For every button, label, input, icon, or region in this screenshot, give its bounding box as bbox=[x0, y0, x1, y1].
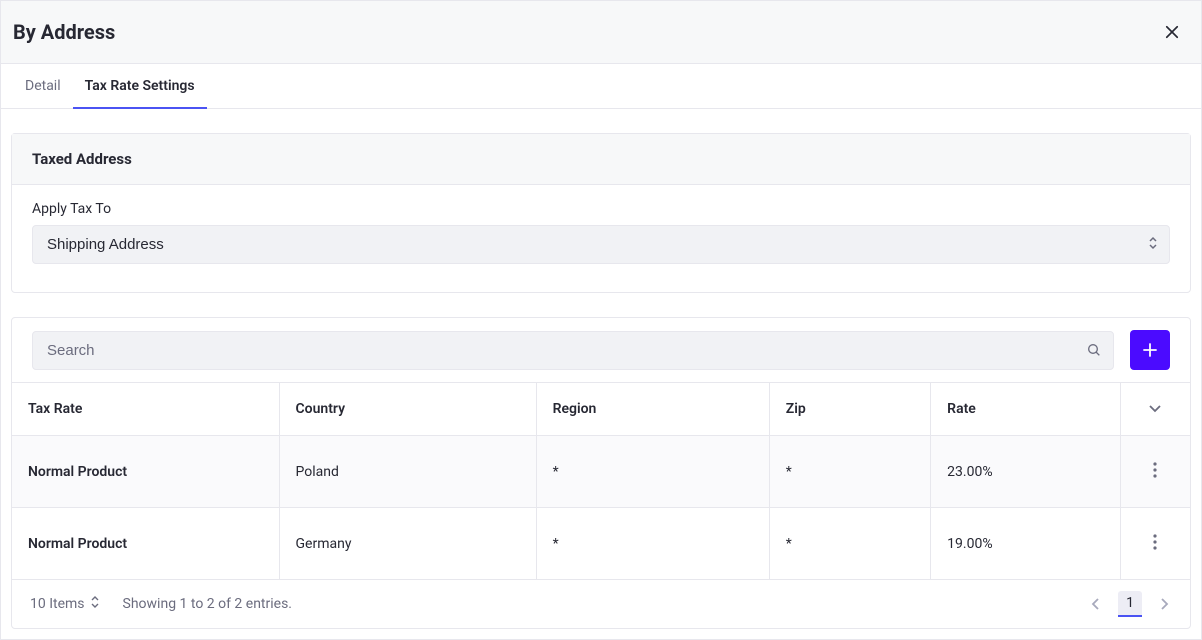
page-size-selector[interactable]: 10 Items bbox=[24, 592, 105, 616]
chevron-left-icon bbox=[1091, 598, 1101, 610]
cell-tax-rate: Normal Product bbox=[12, 436, 279, 508]
cell-zip: * bbox=[769, 436, 930, 508]
close-button[interactable] bbox=[1159, 19, 1185, 45]
search-icon bbox=[1086, 342, 1102, 358]
kebab-icon bbox=[1153, 462, 1157, 478]
cell-region: * bbox=[536, 508, 769, 580]
card-tax-rates: Tax Rate Country Region Zip Rate bbox=[11, 317, 1191, 629]
chevron-right-icon bbox=[1159, 598, 1169, 610]
card-header-taxed-address: Taxed Address bbox=[12, 134, 1190, 185]
entries-text: Showing 1 to 2 of 2 entries. bbox=[123, 596, 292, 612]
cell-actions bbox=[1120, 436, 1190, 508]
page-size-label: 10 Items bbox=[30, 596, 85, 612]
apply-tax-to-label: Apply Tax To bbox=[32, 201, 1170, 217]
table-header-row: Tax Rate Country Region Zip Rate bbox=[12, 383, 1190, 436]
cell-rate: 19.00% bbox=[931, 508, 1120, 580]
search-wrap bbox=[32, 331, 1114, 370]
cell-actions bbox=[1120, 508, 1190, 580]
table-toolbar bbox=[12, 318, 1190, 382]
content: Taxed Address Apply Tax To Shipping Addr… bbox=[1, 109, 1201, 639]
col-tax-rate[interactable]: Tax Rate bbox=[12, 383, 279, 436]
tab-tax-rate-settings[interactable]: Tax Rate Settings bbox=[73, 64, 207, 108]
cell-region: * bbox=[536, 436, 769, 508]
card-taxed-address: Taxed Address Apply Tax To Shipping Addr… bbox=[11, 133, 1191, 293]
page-number-current[interactable]: 1 bbox=[1118, 591, 1142, 617]
table-row[interactable]: Normal Product Germany * * 19.00% bbox=[12, 508, 1190, 580]
modal-by-address: By Address Detail Tax Rate Settings Taxe… bbox=[0, 0, 1202, 640]
apply-tax-to-select[interactable]: Shipping Address bbox=[32, 225, 1170, 264]
modal-header: By Address bbox=[1, 0, 1201, 64]
tab-detail[interactable]: Detail bbox=[13, 64, 73, 108]
tax-rate-table: Tax Rate Country Region Zip Rate bbox=[12, 382, 1190, 580]
add-button[interactable] bbox=[1130, 330, 1170, 370]
modal-title: By Address bbox=[13, 20, 115, 44]
row-actions-button[interactable] bbox=[1147, 456, 1163, 487]
table-footer: 10 Items Showing 1 to 2 of 2 entries. 1 bbox=[12, 580, 1190, 628]
table-body: Normal Product Poland * * 23.00% Normal … bbox=[12, 436, 1190, 580]
close-icon bbox=[1163, 23, 1181, 41]
cell-rate: 23.00% bbox=[931, 436, 1120, 508]
pager: 1 bbox=[1082, 590, 1178, 618]
tabs: Detail Tax Rate Settings bbox=[1, 64, 1201, 109]
cell-tax-rate: Normal Product bbox=[12, 508, 279, 580]
apply-tax-to-select-wrap: Shipping Address bbox=[32, 225, 1170, 264]
plus-icon bbox=[1141, 341, 1159, 359]
caret-down-icon bbox=[1149, 401, 1161, 417]
next-page-button[interactable] bbox=[1150, 590, 1178, 618]
cell-country: Germany bbox=[279, 508, 536, 580]
col-region[interactable]: Region bbox=[536, 383, 769, 436]
kebab-icon bbox=[1153, 534, 1157, 550]
row-actions-button[interactable] bbox=[1147, 528, 1163, 559]
cell-country: Poland bbox=[279, 436, 536, 508]
cell-zip: * bbox=[769, 508, 930, 580]
sort-icon bbox=[91, 596, 99, 612]
col-actions[interactable] bbox=[1120, 383, 1190, 436]
col-country[interactable]: Country bbox=[279, 383, 536, 436]
prev-page-button[interactable] bbox=[1082, 590, 1110, 618]
table-row[interactable]: Normal Product Poland * * 23.00% bbox=[12, 436, 1190, 508]
col-zip[interactable]: Zip bbox=[769, 383, 930, 436]
search-input[interactable] bbox=[32, 331, 1114, 370]
col-rate[interactable]: Rate bbox=[931, 383, 1120, 436]
card-body: Apply Tax To Shipping Address bbox=[12, 185, 1190, 292]
